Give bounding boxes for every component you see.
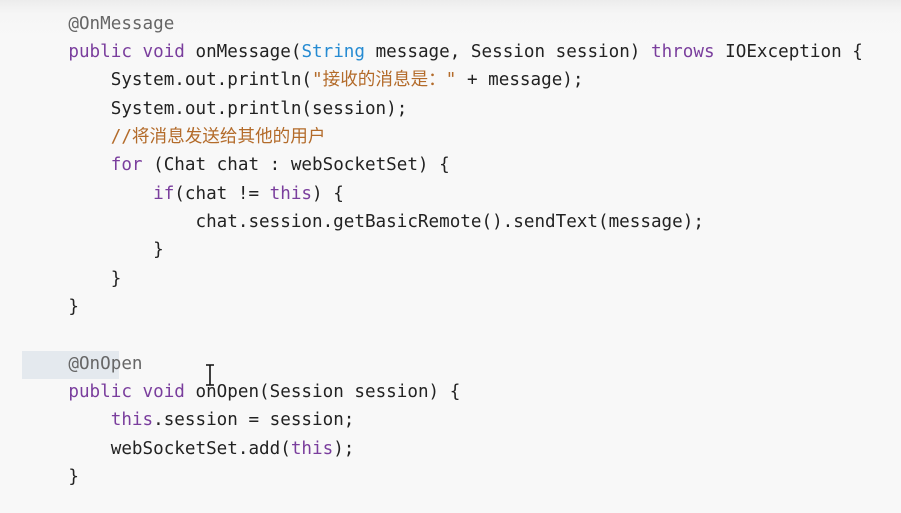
code-line[interactable]: this.session = session; — [26, 406, 355, 434]
code-token: this — [269, 184, 313, 204]
code-line[interactable]: webSocketSet.add(this); — [26, 435, 355, 463]
code-token: this — [290, 439, 334, 459]
code-token: System.out.println(session); — [110, 99, 408, 119]
code-line[interactable]: } — [26, 293, 79, 321]
code-token: //将消息发送给其他的用户 — [110, 127, 326, 147]
code-token: if — [153, 184, 175, 204]
code-line[interactable]: } — [26, 265, 122, 293]
code-token: for — [110, 155, 143, 175]
code-line[interactable]: @OnOpen — [26, 350, 143, 378]
code-token: System.out.println( — [110, 70, 313, 90]
code-token: message, Session session) — [365, 42, 651, 62]
code-line[interactable]: @OnMessage — [26, 10, 174, 38]
code-line[interactable]: } — [26, 236, 164, 264]
code-token: public — [68, 42, 132, 62]
code-token: (Chat chat : webSocketSet) { — [142, 155, 450, 175]
code-line[interactable]: public void onMessage(String message, Se… — [26, 38, 863, 66]
code-token: String — [301, 42, 365, 62]
code-line[interactable]: for (Chat chat : webSocketSet) { — [26, 151, 450, 179]
code-line[interactable]: } — [26, 463, 79, 491]
code-token: (chat != — [174, 184, 270, 204]
code-token: } — [68, 467, 79, 487]
code-token: chat.session.getBasicRemote().sendText(m… — [195, 212, 704, 232]
text-cursor-icon — [206, 364, 214, 386]
code-token: } — [68, 297, 79, 317]
code-token: ); — [333, 439, 355, 459]
code-token: IOException { — [714, 42, 863, 62]
code-token: .session = session; — [153, 410, 355, 430]
code-token: void — [142, 382, 185, 402]
code-token: public — [68, 382, 132, 402]
code-line[interactable]: //将消息发送给其他的用户 — [26, 123, 326, 151]
code-token: ) { — [312, 184, 344, 204]
code-token: this — [110, 410, 154, 430]
code-editor[interactable]: @OnMessage public void onMessage(String … — [0, 0, 901, 513]
code-token: "接收的消息是：" — [312, 70, 457, 90]
code-token: } — [110, 269, 122, 289]
code-token: void — [142, 42, 185, 62]
code-token: onMessage( — [184, 42, 302, 62]
code-line[interactable]: if(chat != this) { — [26, 180, 344, 208]
code-token: @OnOpen — [68, 354, 143, 374]
code-token: } — [153, 240, 164, 260]
code-token: throws — [651, 42, 715, 62]
code-token: webSocketSet.add( — [110, 439, 291, 459]
code-token: + message); — [456, 70, 584, 90]
code-line[interactable]: public void onOpen(Session session) { — [26, 378, 460, 406]
code-token: @OnMessage — [68, 14, 175, 34]
code-line[interactable]: chat.session.getBasicRemote().sendText(m… — [26, 208, 704, 236]
code-line[interactable]: System.out.println(session); — [26, 95, 408, 123]
code-token: onOpen(Session session) { — [184, 382, 461, 402]
code-line[interactable]: System.out.println("接收的消息是：" + message); — [26, 66, 584, 94]
